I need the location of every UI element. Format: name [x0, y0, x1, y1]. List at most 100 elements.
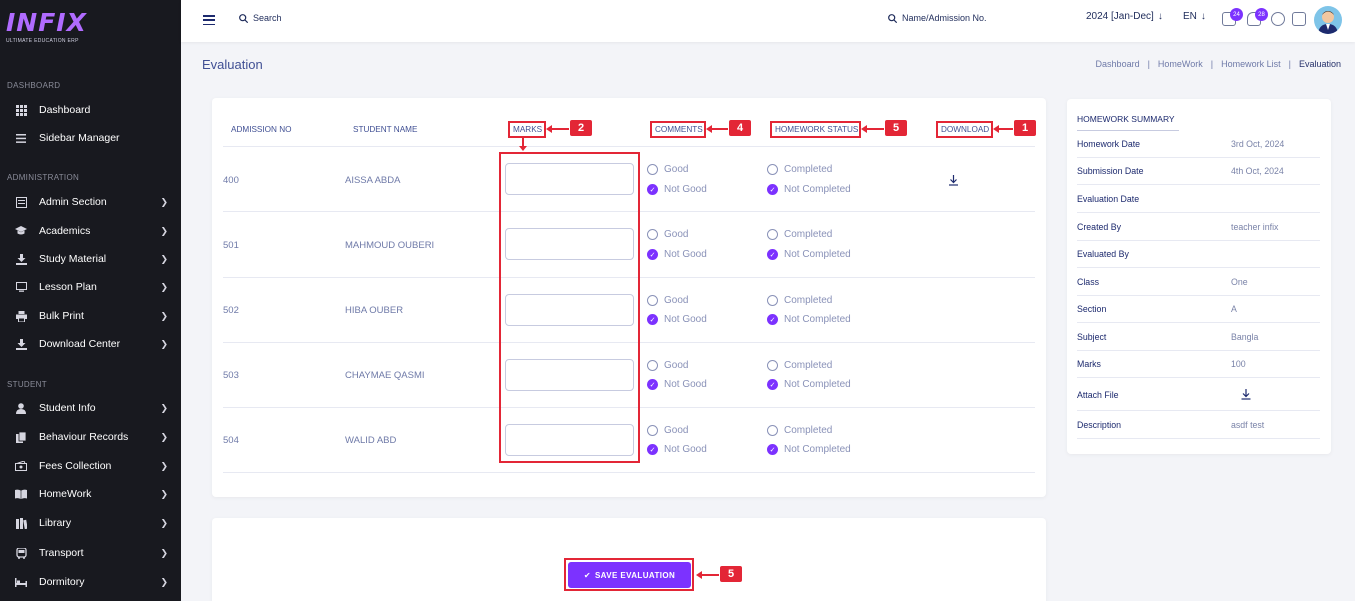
attach-file-download-icon[interactable] — [1231, 387, 1251, 402]
language-selector[interactable]: EN ↓ — [1183, 11, 1206, 22]
status-not-completed-radio[interactable]: ✓ Not Completed — [767, 444, 851, 455]
sidebar-item-student-info[interactable]: Student Info ❯ — [0, 397, 181, 419]
radio-icon — [767, 425, 778, 436]
radio-label: Not Good — [664, 379, 707, 390]
download-icon — [15, 253, 27, 265]
sidebar-item-download-center[interactable]: Download Center ❯ — [0, 333, 181, 355]
breadcrumb: Dashboard | HomeWork | Homework List | E… — [1096, 59, 1341, 69]
language-label: EN — [1183, 11, 1197, 22]
check-icon: ✔ — [583, 570, 591, 580]
sidebar-item-transport[interactable]: Transport ❯ — [0, 542, 181, 564]
status-completed-radio[interactable]: Completed — [767, 229, 832, 240]
student-name: HIBA OUBER — [345, 305, 404, 316]
status-completed-radio[interactable]: Completed — [767, 425, 832, 436]
radio-label: Not Completed — [784, 314, 851, 325]
sidebar-item-behaviour-records[interactable]: Behaviour Records ❯ — [0, 426, 181, 448]
admission-no: 502 — [223, 305, 239, 316]
comment-not-good-radio[interactable]: ✓ Not Good — [647, 249, 707, 260]
save-evaluation-button[interactable]: ✔ SAVE EVALUATION — [568, 562, 691, 588]
sidebar-item-study-material[interactable]: Study Material ❯ — [0, 248, 181, 270]
money-icon — [15, 460, 27, 472]
globe-icon[interactable] — [1271, 12, 1285, 26]
sidebar-item-admin-section[interactable]: Admin Section ❯ — [0, 191, 181, 213]
status-not-completed-radio[interactable]: ✓ Not Completed — [767, 249, 851, 260]
highlight-marks-header — [508, 121, 546, 138]
status-completed-radio[interactable]: Completed — [767, 164, 832, 175]
menu-icon — [15, 132, 27, 144]
sidebar-item-fees-collection[interactable]: Fees Collection ❯ — [0, 455, 181, 477]
chart-icon[interactable] — [1292, 12, 1306, 26]
comment-good-radio[interactable]: Good — [647, 360, 688, 371]
sidebar-item-academics[interactable]: Academics ❯ — [0, 220, 181, 242]
radio-icon — [647, 164, 658, 175]
sidebar-item-library[interactable]: Library ❯ — [0, 512, 181, 534]
sidebar-item-label: Dashboard — [39, 104, 91, 116]
status-not-completed-radio[interactable]: ✓ Not Completed — [767, 314, 851, 325]
sidebar-item-dashboard[interactable]: Dashboard — [0, 99, 181, 121]
comment-not-good-radio[interactable]: ✓ Not Good — [647, 444, 707, 455]
check-icon: ✓ — [647, 379, 658, 390]
sidebar-item-label: HomeWork — [39, 488, 92, 500]
chevron-right-icon: ❯ — [160, 196, 168, 207]
sidebar-item-label: Download Center — [39, 338, 121, 350]
callout-badge-marks: 2 — [570, 120, 592, 136]
session-selector[interactable]: 2024 [Jan-Dec] ↓ — [1086, 11, 1163, 22]
breadcrumb-homework[interactable]: HomeWork — [1158, 59, 1203, 69]
search-icon — [888, 13, 897, 23]
files-icon — [15, 431, 27, 443]
sidebar-item-sidebar-manager[interactable]: Sidebar Manager — [0, 127, 181, 149]
sidebar-item-bulk-print[interactable]: Bulk Print ❯ — [0, 305, 181, 327]
radio-label: Good — [664, 295, 689, 306]
student-search-box[interactable]: Name/Admission No. — [888, 13, 987, 23]
comment-not-good-radio[interactable]: ✓ Not Good — [647, 379, 707, 390]
chevron-right-icon: ❯ — [160, 281, 168, 292]
student-search-placeholder: Name/Admission No. — [902, 13, 987, 23]
arrow-down-icon: ↓ — [1200, 11, 1206, 22]
summary-label: Evaluation Date — [1077, 194, 1140, 204]
app-logo[interactable]: INFIX ULTIMATE EDUCATION ERP — [6, 10, 87, 45]
summary-value: One — [1231, 277, 1248, 287]
radio-label: Good — [664, 360, 689, 371]
chevron-right-icon: ❯ — [160, 431, 168, 442]
summary-label: Created By — [1077, 222, 1122, 232]
sidebar-item-homework[interactable]: HomeWork ❯ — [0, 483, 181, 505]
breadcrumb-homework-list[interactable]: Homework List — [1221, 59, 1281, 69]
search-box[interactable]: Search — [239, 13, 282, 23]
status-not-completed-radio[interactable]: ✓ Not Completed — [767, 184, 851, 195]
message-icon[interactable]: 24 — [1222, 8, 1243, 26]
breadcrumb-separator: | — [1147, 59, 1150, 69]
sidebar-item-label: Dormitory — [39, 576, 85, 588]
student-name: MAHMOUD OUBERI — [345, 240, 435, 251]
arrow-left-icon — [993, 125, 1013, 133]
avatar[interactable] — [1314, 6, 1342, 34]
radio-label: Not Good — [664, 444, 707, 455]
header-divider — [223, 146, 1035, 147]
radio-icon — [767, 295, 778, 306]
section-label-dashboard: DASHBOARD — [7, 81, 61, 90]
status-completed-radio[interactable]: Completed — [767, 360, 832, 371]
status-not-completed-radio[interactable]: ✓ Not Completed — [767, 379, 851, 390]
comment-good-radio[interactable]: Good — [647, 425, 688, 436]
sidebar: INFIX ULTIMATE EDUCATION ERP DASHBOARD D… — [0, 0, 181, 601]
status-completed-radio[interactable]: Completed — [767, 295, 832, 306]
comment-good-radio[interactable]: Good — [647, 164, 688, 175]
sidebar-item-dormitory[interactable]: Dormitory ❯ — [0, 571, 181, 593]
bed-icon — [15, 576, 27, 588]
comment-good-radio[interactable]: Good — [647, 229, 688, 240]
bell-icon[interactable]: 28 — [1247, 8, 1268, 26]
summary-row: Class One — [1077, 269, 1320, 296]
radio-label: Not Good — [664, 249, 707, 260]
download-icon[interactable] — [948, 173, 959, 191]
message-count-badge: 24 — [1230, 8, 1243, 21]
breadcrumb-current: Evaluation — [1298, 59, 1341, 69]
monitor-icon — [15, 281, 27, 293]
arrow-left-icon — [546, 125, 569, 133]
comment-good-radio[interactable]: Good — [647, 295, 688, 306]
comment-not-good-radio[interactable]: ✓ Not Good — [647, 184, 707, 195]
download-icon — [15, 338, 27, 350]
comment-not-good-radio[interactable]: ✓ Not Good — [647, 314, 707, 325]
radio-icon — [767, 360, 778, 371]
sidebar-item-lesson-plan[interactable]: Lesson Plan ❯ — [0, 276, 181, 298]
menu-toggle-icon[interactable] — [203, 15, 215, 26]
breadcrumb-dashboard[interactable]: Dashboard — [1096, 59, 1140, 69]
